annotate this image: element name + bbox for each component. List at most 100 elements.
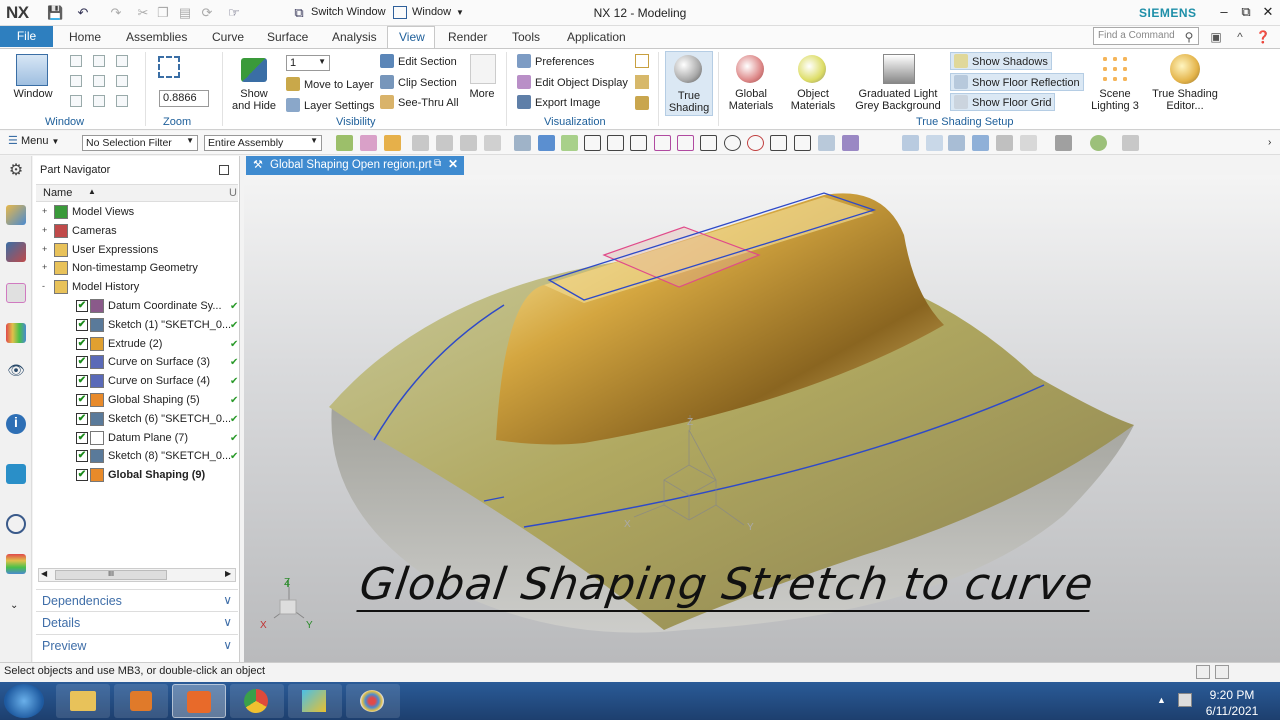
layout-icon-6[interactable] [116,75,128,87]
name-column-label[interactable]: Name [43,187,72,199]
layout-icon-9[interactable] [116,95,128,107]
window-large-icon[interactable] [16,54,48,86]
up-to-date-column-label[interactable]: U [229,187,237,199]
ribbon-options-icon[interactable]: ▣ [1208,29,1224,45]
scrollbar-thumb[interactable]: III [55,570,167,580]
tree-node[interactable]: + Model Views [36,203,236,222]
file-explorer-icon[interactable] [56,684,110,718]
details-panel[interactable]: Details ∨ [36,611,238,633]
roles-icon[interactable] [6,554,26,574]
spline-snap-icon[interactable] [654,135,671,151]
layout-icon-7[interactable] [70,95,82,107]
suppress-checkbox[interactable]: ✔ [76,375,88,388]
nx-app-icon[interactable] [172,684,226,718]
show-hide-icon[interactable] [241,58,267,82]
select-edge-icon[interactable] [412,135,429,151]
info-icon[interactable]: i [6,414,26,434]
rotate-icon[interactable] [948,135,965,151]
show-and-hide-button[interactable]: Show and Hide [229,88,279,112]
layout-icon-8[interactable] [93,95,105,107]
tab-assemblies[interactable]: Assemblies [126,30,187,44]
tree-node[interactable]: ✔ Curve on Surface (4) ✔ [36,372,238,391]
gear-icon[interactable]: ⚙ [6,160,26,180]
wave-snap-icon[interactable] [677,135,694,151]
tab-home[interactable]: Home [69,30,101,44]
render-style-icon[interactable] [1020,135,1037,151]
suppress-checkbox[interactable]: ✔ [76,394,88,406]
tree-node[interactable]: ✔ Global Shaping (9) [36,466,236,485]
paint-icon[interactable] [346,684,400,718]
suppress-checkbox[interactable]: ✔ [76,300,88,312]
edit-color-icon[interactable] [1090,135,1107,151]
tab-view[interactable]: View [399,30,425,44]
chevron-down-icon[interactable]: ∨ [223,638,232,652]
status-icon-1[interactable] [1196,665,1210,679]
visualization-tool-icon-1[interactable] [635,54,649,68]
tab-curve[interactable]: Curve [212,30,244,44]
nx-launcher-icon[interactable] [288,684,342,718]
cube-icon[interactable] [514,135,531,151]
tree-node[interactable]: ✔ Datum Coordinate Sy... ✔ [36,297,238,316]
show-floor-grid-toggle[interactable]: Show Floor Grid [950,93,1056,111]
selection-scope-select[interactable]: Entire Assembly ▼ [204,135,322,151]
scroll-right-icon[interactable]: ▶ [225,569,231,578]
select-feature-icon[interactable] [360,135,377,151]
tab-analysis[interactable]: Analysis [332,30,377,44]
maximize-panel-icon[interactable] [219,165,229,175]
clock-date[interactable]: 6/11/2021 [1200,704,1264,718]
snap-grid-icon[interactable] [561,135,578,151]
reuse-library-icon[interactable] [6,323,26,343]
suppress-checkbox[interactable]: ✔ [76,356,88,369]
clock-time[interactable]: 9:20 PM [1200,688,1264,702]
graduated-background-button[interactable]: Graduated Light Grey Background [848,88,948,112]
scene-lighting-button[interactable]: Scene Lighting 3 [1085,88,1145,112]
expand-icon[interactable]: + [42,207,51,216]
graduated-background-icon[interactable] [883,54,915,84]
see-thru-all-button[interactable]: See-Thru All [380,95,459,109]
tab-render[interactable]: Render [448,30,487,44]
dependencies-panel[interactable]: Dependencies ∨ [36,589,238,611]
chevron-down-icon[interactable]: ∨ [223,593,232,607]
search-icon[interactable]: ⚲ [1181,29,1197,45]
suppress-checkbox[interactable]: ✔ [76,412,88,425]
arc-snap-icon[interactable] [700,135,717,151]
zoom-input[interactable]: 0.8866 [159,90,209,107]
edit-object-display-button[interactable]: Edit Object Display [517,75,628,89]
constraint-navigator-icon[interactable] [6,242,26,262]
tree-node[interactable]: ✔ Datum Plane (7) ✔ [36,429,238,448]
more-button[interactable]: More [462,88,502,100]
zoom-fit-icon[interactable] [158,56,180,78]
expand-icon[interactable]: + [42,225,51,235]
layout-icon-3[interactable] [116,55,128,67]
minimize-icon[interactable]: – [1214,3,1234,21]
edit-section-button[interactable]: Edit Section [380,54,457,68]
true-shading-editor-icon[interactable] [1170,54,1200,84]
background-icon[interactable] [1055,135,1072,151]
select-body-icon[interactable] [384,135,401,151]
clip-section-button[interactable]: Clip Section [380,75,457,89]
tree-node[interactable]: + Non-timestamp Geometry [36,259,236,278]
select-tool-icon[interactable] [484,135,501,151]
horizontal-scrollbar[interactable]: ◀ III ▶ [38,568,236,582]
work-layer-select[interactable]: 1 ▼ [286,55,330,71]
true-shading-editor-button[interactable]: True Shading Editor... [1148,88,1222,112]
layer-settings-button[interactable]: Layer Settings [286,98,374,112]
restore-icon[interactable]: ⧉ [1236,3,1256,21]
face-snap-icon[interactable] [818,135,835,151]
chrome-icon[interactable] [230,684,284,718]
layout-icon-5[interactable] [93,75,105,87]
line-snap-icon[interactable] [584,135,601,151]
eye-icon[interactable]: 👁 [6,362,26,382]
layout-icon-2[interactable] [93,55,105,67]
show-shadows-toggle[interactable]: Show Shadows [950,52,1052,70]
tree-node[interactable]: ✔ Sketch (1) "SKETCH_0... ✔ [36,316,238,335]
tree-node[interactable]: + User Expressions [36,241,236,260]
select-face-icon[interactable] [436,135,453,151]
graphics-tab[interactable]: ⚒ Global Shaping Open region.prt ⧉ ✕ [246,156,464,175]
collapse-ribbon-icon[interactable]: ^ [1232,29,1248,45]
web-browser-icon[interactable] [6,464,26,484]
status-icon-2[interactable] [1215,665,1229,679]
part-navigator-icon[interactable] [6,283,26,303]
chevron-down-icon[interactable]: ∨ [223,615,232,629]
resource-bar-expand-icon[interactable]: ⌄ [10,600,18,611]
